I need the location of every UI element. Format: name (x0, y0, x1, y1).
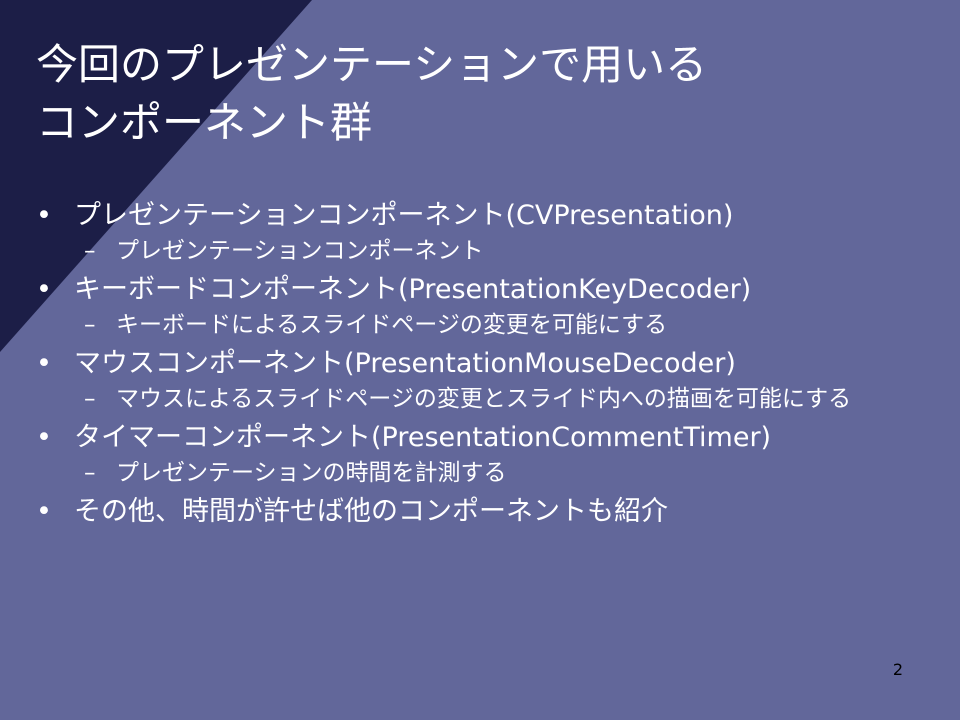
sub-bullet-item: マウスによるスライドページの変更とスライド内への描画を可能にする (36, 384, 916, 414)
sub-bullet-item: プレゼンテーションの時間を計測する (36, 458, 916, 488)
page-number: 2 (892, 660, 904, 679)
sub-bullet-item: プレゼンテーションコンポーネント (36, 236, 916, 266)
sub-bullet-list: キーボードによるスライドページの変更を可能にする (36, 310, 916, 340)
sub-bullet-list: プレゼンテーションコンポーネント (36, 236, 916, 266)
slide: 今回のプレゼンテーションで用いる コンポーネント群 プレゼンテーションコンポーネ… (0, 0, 960, 720)
sub-bullet-list: マウスによるスライドページの変更とスライド内への描画を可能にする (36, 384, 916, 414)
sub-bullet-item: キーボードによるスライドページの変更を可能にする (36, 310, 916, 340)
bullet-item: プレゼンテーションコンポーネント(CVPresentation) (36, 196, 916, 236)
bullet-item: タイマーコンポーネント(PresentationCommentTimer) (36, 418, 916, 458)
slide-title: 今回のプレゼンテーションで用いる コンポーネント群 (36, 40, 708, 147)
sub-bullet-list: プレゼンテーションの時間を計測する (36, 458, 916, 488)
bullet-list: プレゼンテーションコンポーネント(CVPresentation) プレゼンテーシ… (36, 196, 916, 532)
bullet-item: その他、時間が許せば他のコンポーネントも紹介 (36, 492, 916, 532)
bullet-item: マウスコンポーネント(PresentationMouseDecoder) (36, 344, 916, 384)
bullet-item: キーボードコンポーネント(PresentationKeyDecoder) (36, 270, 916, 310)
